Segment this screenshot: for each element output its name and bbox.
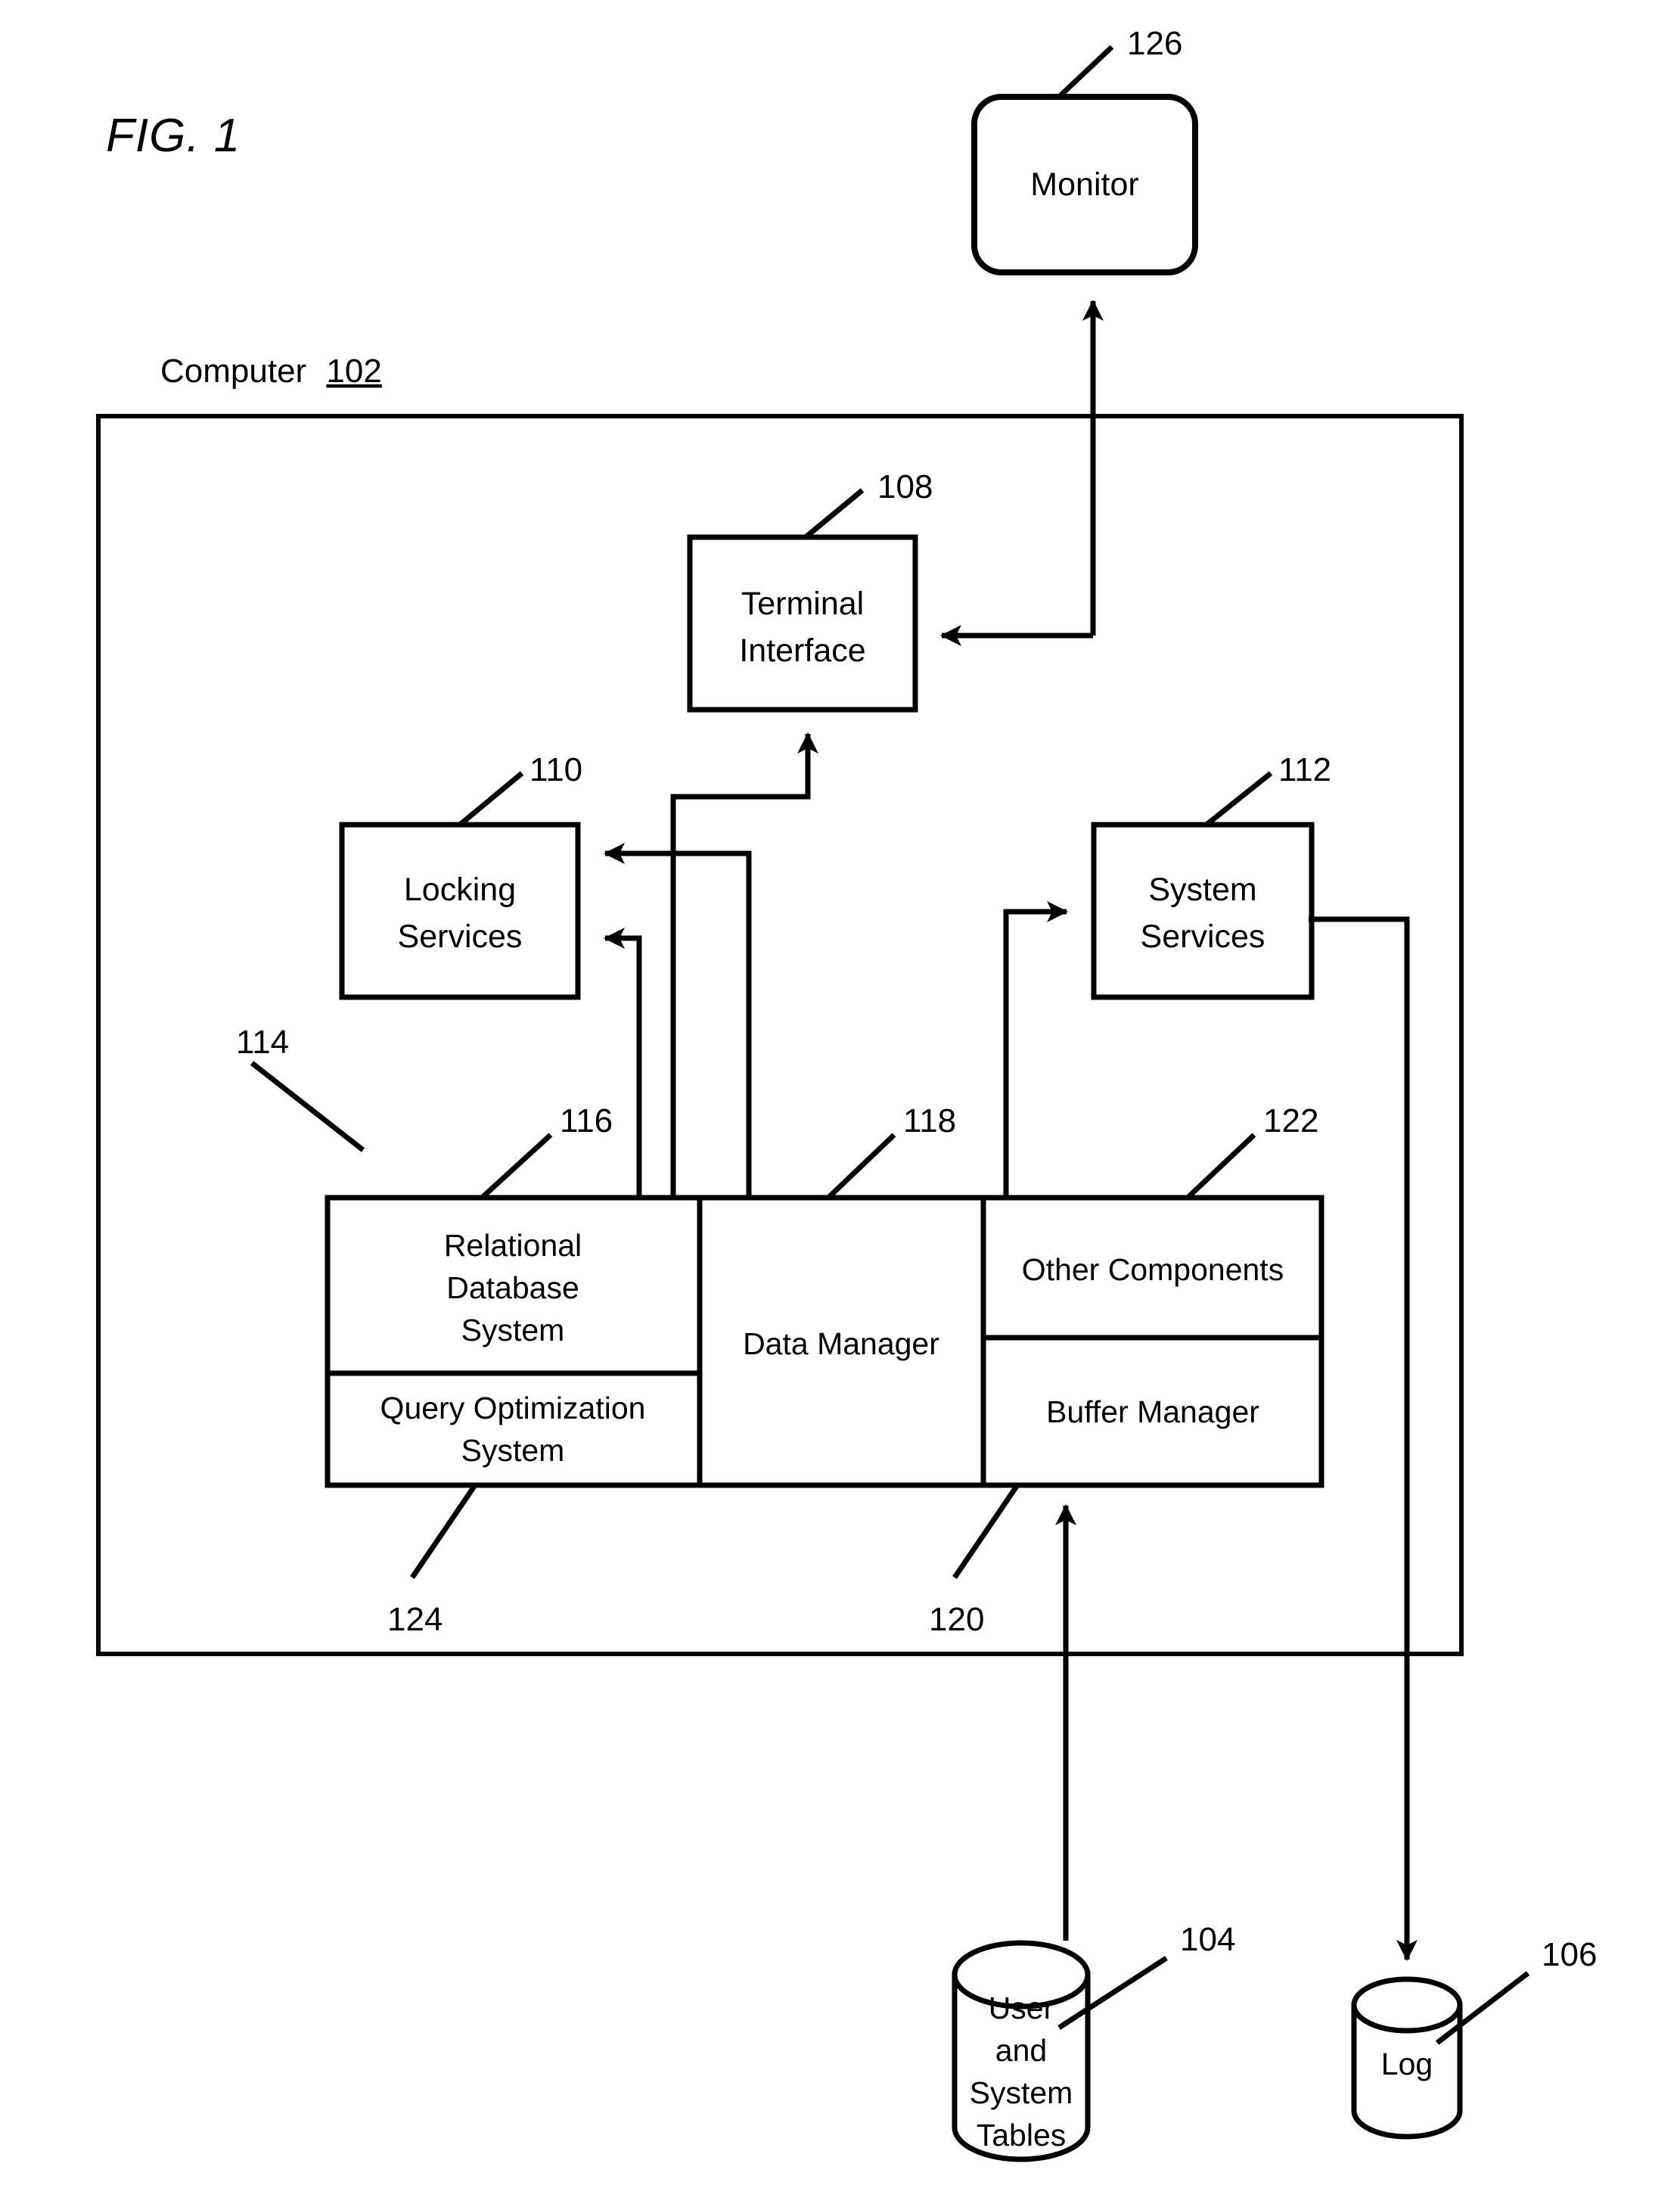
connector-to-terminal-interface-bottom <box>670 732 818 1198</box>
locking-services-box[interactable] <box>339 822 581 1000</box>
connector-block-to-locking-upper <box>604 843 752 1198</box>
computer-boundary <box>96 414 1464 1656</box>
leader-122 <box>1185 1133 1256 1200</box>
leader-116 <box>480 1133 553 1200</box>
leader-108 <box>803 488 865 539</box>
leader-118 <box>826 1133 896 1200</box>
system-services-box[interactable] <box>1091 822 1315 1000</box>
connector-block-to-locking-lower <box>604 928 642 1198</box>
patent-figure-root: FIG. 1 Computer 102 Monitor 126 Terminal… <box>0 0 1680 2210</box>
log-cylinder[interactable] <box>1351 1976 1463 2140</box>
terminal-interface-box[interactable] <box>687 534 918 713</box>
component-block-outline <box>325 1195 1324 1488</box>
monitor-box[interactable] <box>971 94 1198 275</box>
leader-114 <box>250 1061 365 1152</box>
user-and-system-tables-cylinder[interactable] <box>952 1940 1091 2162</box>
diagram-canvas <box>96 45 1530 2162</box>
leader-126 <box>1057 45 1114 99</box>
leader-112 <box>1204 771 1273 827</box>
connector-block-to-system-services <box>1003 901 1068 1198</box>
leader-124 <box>410 1484 477 1579</box>
connector-terminal-to-monitor <box>940 300 1104 646</box>
leader-120 <box>952 1484 1020 1579</box>
leader-110 <box>458 771 524 827</box>
